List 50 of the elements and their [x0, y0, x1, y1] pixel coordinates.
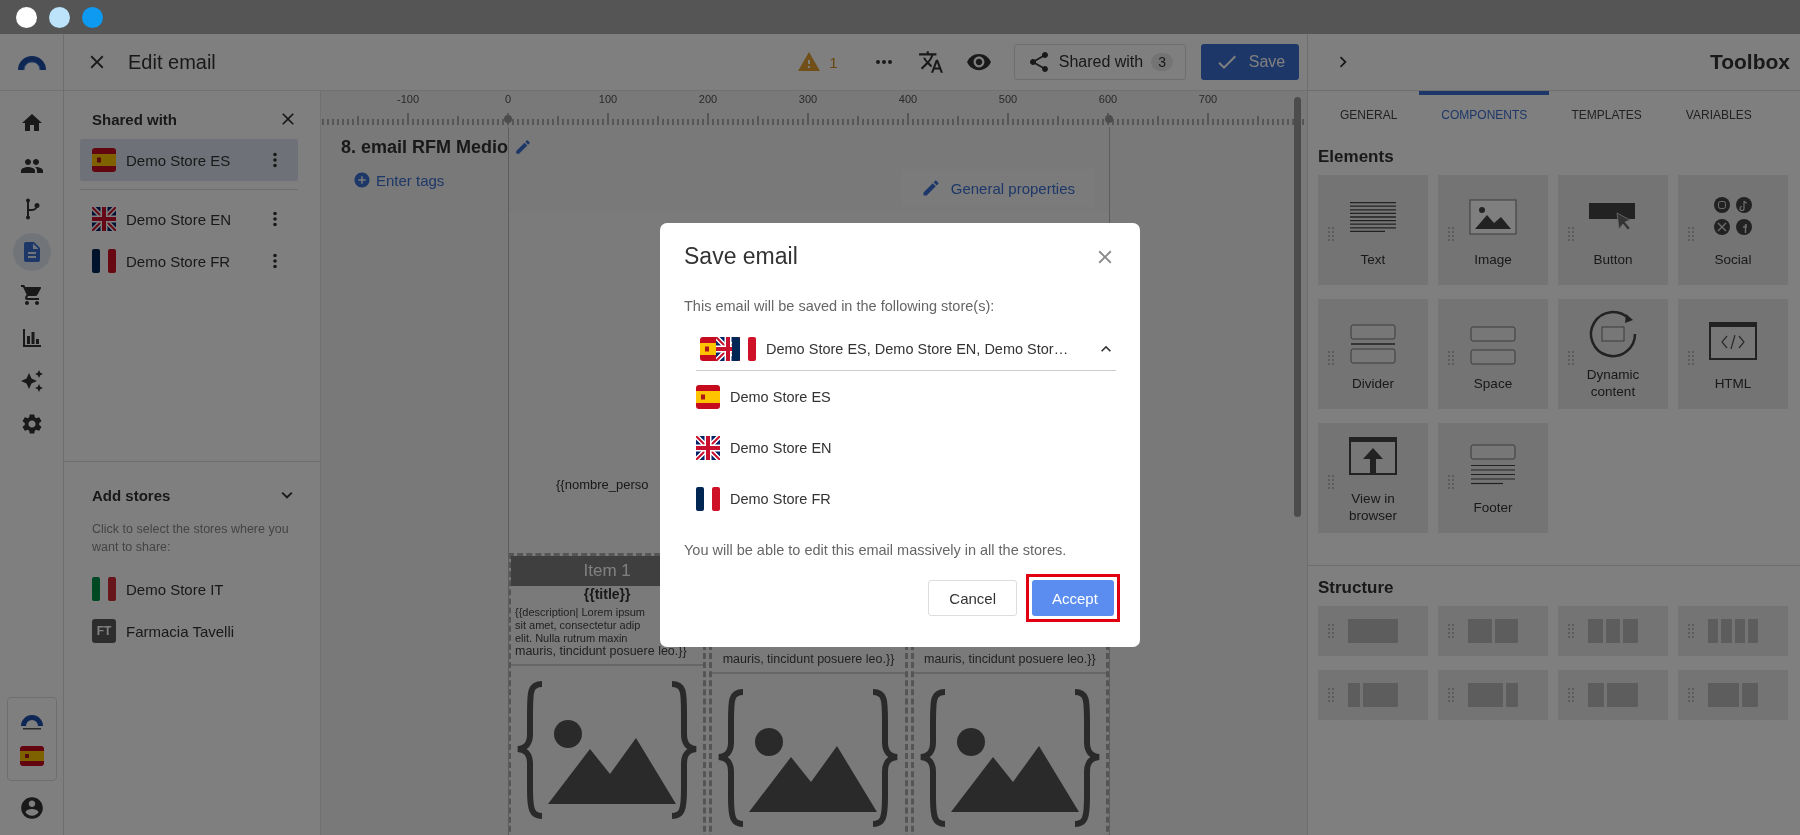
product-description: mauris, tincidunt posuere leo.}}	[515, 645, 687, 658]
email-name: 8. email RFM Medio	[341, 136, 509, 158]
element-label: Footer	[1473, 498, 1513, 516]
warning-count: 1	[829, 53, 838, 71]
panel-title: Shared with	[92, 110, 177, 128]
ruler-label: -100	[397, 93, 419, 105]
page-title: Edit email	[128, 50, 216, 74]
ruler-label: 700	[1198, 93, 1218, 105]
element-label: View in browser	[1348, 490, 1398, 524]
product-description: mauris, tincidunt posuere leo.}}	[924, 653, 1096, 666]
store-initials-avatar: FT	[92, 619, 116, 643]
dialog-title: Save email	[684, 243, 798, 270]
element-label: Social	[1714, 250, 1752, 268]
product-description: sit amet, consectetur adip	[515, 619, 641, 632]
element-label: Space	[1473, 374, 1513, 392]
dialog-intro-text: This email will be saved in the following store(s):	[684, 298, 996, 314]
store-name: Demo Store EN	[730, 439, 832, 456]
product-title: {{title}}	[583, 586, 631, 602]
product-description: elit. Nulla rutrum maxin	[515, 632, 628, 645]
shared-count-badge: 3	[1151, 53, 1173, 71]
element-label: Image	[1474, 250, 1512, 268]
element-label: Text	[1360, 250, 1386, 268]
ruler-label: 100	[598, 93, 618, 105]
hint-text: Click to select the stores where you want to share:	[92, 521, 290, 556]
element-label: Dynamic content	[1585, 366, 1641, 400]
toolbox-title: Toolbox	[1709, 50, 1790, 74]
ruler-label: 600	[1098, 93, 1118, 105]
element-label: Divider	[1352, 374, 1394, 392]
shared-with-label: Shared with	[1058, 53, 1144, 71]
section-title: Elements	[1317, 146, 1395, 168]
greeting-text: {{nombre_perso	[556, 477, 650, 494]
element-label: Button	[1593, 250, 1633, 268]
section-title: Structure	[1317, 577, 1395, 599]
section-title: Add stores	[92, 486, 171, 504]
store-name: Demo Store ES	[730, 388, 831, 405]
ruler-label: 0	[504, 93, 512, 105]
store-name: Demo Store FR	[126, 252, 232, 270]
element-label: HTML	[1714, 374, 1752, 392]
store-name: Demo Store IT	[126, 580, 225, 598]
product-item-label: Item 1	[583, 561, 631, 581]
store-name: Demo Store ES	[126, 151, 232, 169]
product-description: {{description| Lorem ipsum	[515, 606, 646, 619]
ruler-label: 400	[898, 93, 918, 105]
product-description: mauris, tincidunt posuere leo.}}	[722, 653, 895, 666]
ruler-label: 300	[798, 93, 818, 105]
ruler-label: 200	[698, 93, 718, 105]
store-name: Farmacia Tavelli	[126, 622, 236, 640]
store-name: Demo Store FR	[730, 490, 831, 507]
store-name: Demo Store EN	[126, 210, 233, 228]
ruler-label: 500	[998, 93, 1018, 105]
